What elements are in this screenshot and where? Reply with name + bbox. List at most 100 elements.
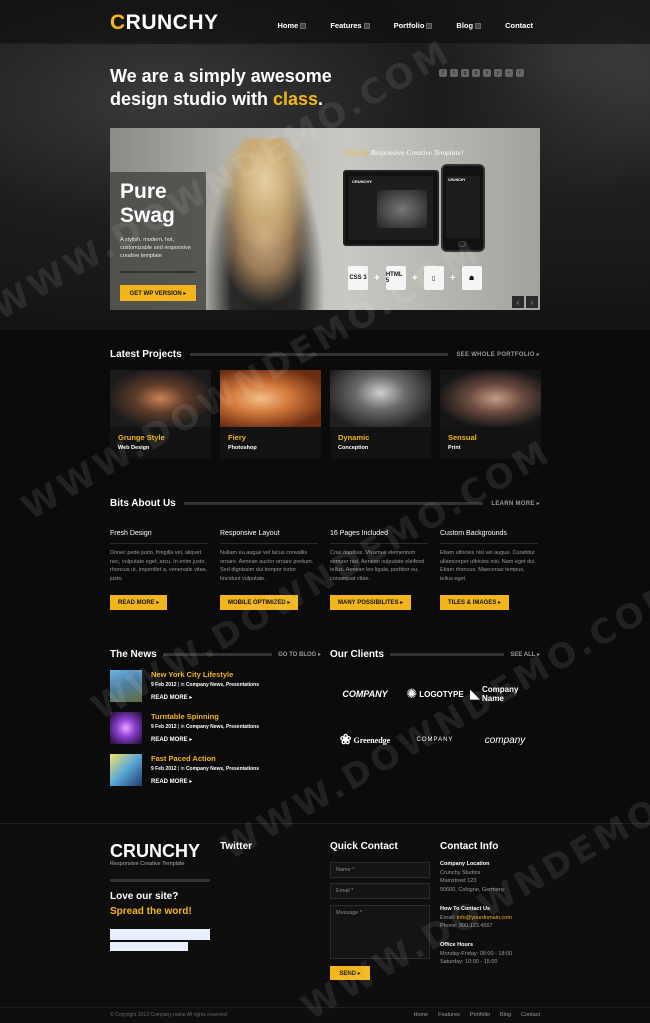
client-logo-greenedge[interactable]: ❀ Greenedge	[330, 724, 400, 756]
news-item: Fast Paced Action 9 Feb 2012 | in Compan…	[110, 754, 321, 796]
facebook-icon[interactable]: f	[439, 69, 447, 77]
news-read-more-link[interactable]: READ MORE ▸	[151, 736, 259, 743]
flickr-icon[interactable]: •	[505, 69, 513, 77]
project-name[interactable]: Sensual	[448, 433, 533, 442]
rss-icon[interactable]: r	[516, 69, 524, 77]
news-title[interactable]: Fast Paced Action	[151, 754, 259, 763]
mobile-optimized-button[interactable]: MOBILE OPTIMIZED ▸	[220, 595, 299, 610]
nav-blog[interactable]: Blog	[456, 21, 482, 30]
news-categories[interactable]: Company News, Presentations	[186, 724, 259, 730]
nav-contact[interactable]: Contact	[505, 21, 533, 30]
phone-text: Phone: 800.123.4567	[440, 923, 493, 929]
dropdown-icon	[426, 23, 433, 30]
header: CRUNCHY Home Features Portfolio Blog Con…	[0, 0, 650, 44]
googleplus-icon[interactable]: g	[461, 69, 469, 77]
company-location: Company Location Crunchy Studios Mainstr…	[440, 860, 505, 894]
see-all-clients-link[interactable]: SEE ALL ▸	[510, 651, 540, 658]
nav-features[interactable]: Features	[330, 21, 370, 30]
project-category: Conception	[338, 445, 369, 451]
email-link[interactable]: info@yourdomain.com	[457, 915, 512, 921]
footer-link-home[interactable]: Home	[413, 1012, 428, 1018]
footer-link-contact[interactable]: Contact	[521, 1012, 540, 1018]
nav-portfolio[interactable]: Portfolio	[394, 21, 433, 30]
project-card[interactable]: Sensual Print	[440, 370, 541, 459]
footer-link-features[interactable]: Features	[438, 1012, 460, 1018]
client-logo-company-2[interactable]: COMPANY	[400, 724, 470, 756]
news-categories[interactable]: Company News, Presentations	[186, 682, 259, 688]
bit-column: 16 Pages Included Cras dapibus. Vivamus …	[330, 530, 428, 610]
see-whole-portfolio-link[interactable]: SEE WHOLE PORTFOLIO ▸	[456, 351, 540, 358]
news-read-more-link[interactable]: READ MORE ▸	[151, 694, 259, 701]
laptop-screen-logo: CRUNCHY	[352, 179, 372, 184]
news-title[interactable]: New York City Lifestyle	[151, 670, 259, 679]
news-title[interactable]: Turntable Spinning	[151, 712, 259, 721]
news-thumbnail[interactable]	[110, 754, 142, 786]
client-logo-company-3[interactable]: company	[470, 724, 540, 756]
email-field[interactable]: Email *	[330, 883, 430, 899]
share-widget[interactable]	[110, 929, 210, 940]
news-body: Turntable Spinning 9 Feb 2012 | in Compa…	[151, 712, 259, 754]
vimeo-icon[interactable]: v	[483, 69, 491, 77]
laptop-screen-image	[377, 190, 427, 228]
bit-heading: 16 Pages Included	[330, 530, 428, 544]
slider-next-button[interactable]: ›	[526, 296, 538, 308]
nav-home[interactable]: Home	[277, 21, 307, 30]
bit-heading: Fresh Design	[110, 530, 208, 544]
slider-arrows: ‹ ›	[512, 296, 538, 308]
slider-prev-button[interactable]: ‹	[512, 296, 524, 308]
pinterest-icon[interactable]: p	[472, 69, 480, 77]
site-logo[interactable]: CRUNCHY	[110, 11, 219, 35]
project-name[interactable]: Dynamic	[338, 433, 423, 442]
triangle-icon: ◣	[470, 686, 480, 701]
slide-title-line1: Pure	[120, 180, 167, 203]
flower-icon: ❀	[339, 732, 352, 748]
tiles-images-button[interactable]: TILES & IMAGES ▸	[440, 595, 510, 610]
name-field[interactable]: Name *	[330, 862, 430, 878]
read-more-button[interactable]: READ MORE ▸	[110, 595, 168, 610]
message-field[interactable]: Message *	[330, 905, 430, 959]
project-image[interactable]	[440, 370, 541, 427]
footer-link-portfolio[interactable]: Portfolio	[470, 1012, 490, 1018]
quick-contact-heading: Quick Contact	[330, 841, 398, 852]
project-caption: Grunge Style Web Design	[110, 427, 211, 459]
news-categories[interactable]: Company News, Presentations	[186, 766, 259, 772]
latest-projects-header: Latest Projects SEE WHOLE PORTFOLIO ▸	[110, 348, 540, 360]
bits-about-us-header: Bits About Us LEARN MORE ▸	[110, 497, 540, 509]
news-thumbnail[interactable]	[110, 712, 142, 744]
news-read-more-link[interactable]: READ MORE ▸	[151, 778, 259, 785]
project-card[interactable]: Dynamic Conception	[330, 370, 431, 459]
nav-label: Portfolio	[393, 21, 425, 30]
news-date: 9 Feb 2012	[151, 682, 177, 688]
footer-link-blog[interactable]: Blog	[500, 1012, 511, 1018]
footer: CRUNCHY Responsive Creative Template Lov…	[0, 823, 650, 1023]
project-name[interactable]: Fiery	[228, 433, 313, 442]
love-heading: Love our site?	[110, 891, 179, 902]
send-button[interactable]: SEND ▸	[330, 966, 370, 980]
news-item: Turntable Spinning 9 Feb 2012 | in Compa…	[110, 712, 321, 754]
learn-more-link[interactable]: LEARN MORE ▸	[491, 500, 540, 507]
footer-logo[interactable]: CRUNCHY	[110, 841, 200, 862]
swirl-icon: ✺	[406, 686, 418, 701]
youtube-icon[interactable]: y	[494, 69, 502, 77]
client-logo-logotype[interactable]: ✺ LOGOTYPE	[400, 678, 470, 710]
projects-grid: Grunge Style Web Design Fiery Photoshop Dy…	[110, 370, 541, 459]
news-thumbnail[interactable]	[110, 670, 142, 702]
project-card[interactable]: Grunge Style Web Design	[110, 370, 211, 459]
phone-home-button	[458, 241, 466, 247]
project-card[interactable]: Fiery Photoshop	[220, 370, 321, 459]
go-to-blog-link[interactable]: GO TO BLOG ▸	[278, 651, 321, 658]
email-label: Email:	[440, 914, 457, 921]
bit-text: Etiam ultricies nisi vel augue. Curabitu…	[440, 550, 536, 582]
many-possibilities-button[interactable]: MANY POSSIBILITES ▸	[330, 595, 412, 610]
share-widget-2[interactable]	[110, 942, 188, 951]
client-logo-company[interactable]: COMPANY	[330, 678, 400, 710]
client-logo-company-name[interactable]: ◣ Company Name	[470, 678, 540, 710]
social-icons: f t g p v y • r	[439, 69, 524, 77]
project-image[interactable]	[110, 370, 211, 427]
bit-text: Donec pede justo, fringilla vel, aliquet…	[110, 550, 208, 582]
get-wp-version-button[interactable]: GET WP VERSION ▸	[120, 285, 196, 301]
project-image[interactable]	[330, 370, 431, 427]
project-image[interactable]	[220, 370, 321, 427]
project-name[interactable]: Grunge Style	[118, 433, 203, 442]
twitter-icon[interactable]: t	[450, 69, 458, 77]
